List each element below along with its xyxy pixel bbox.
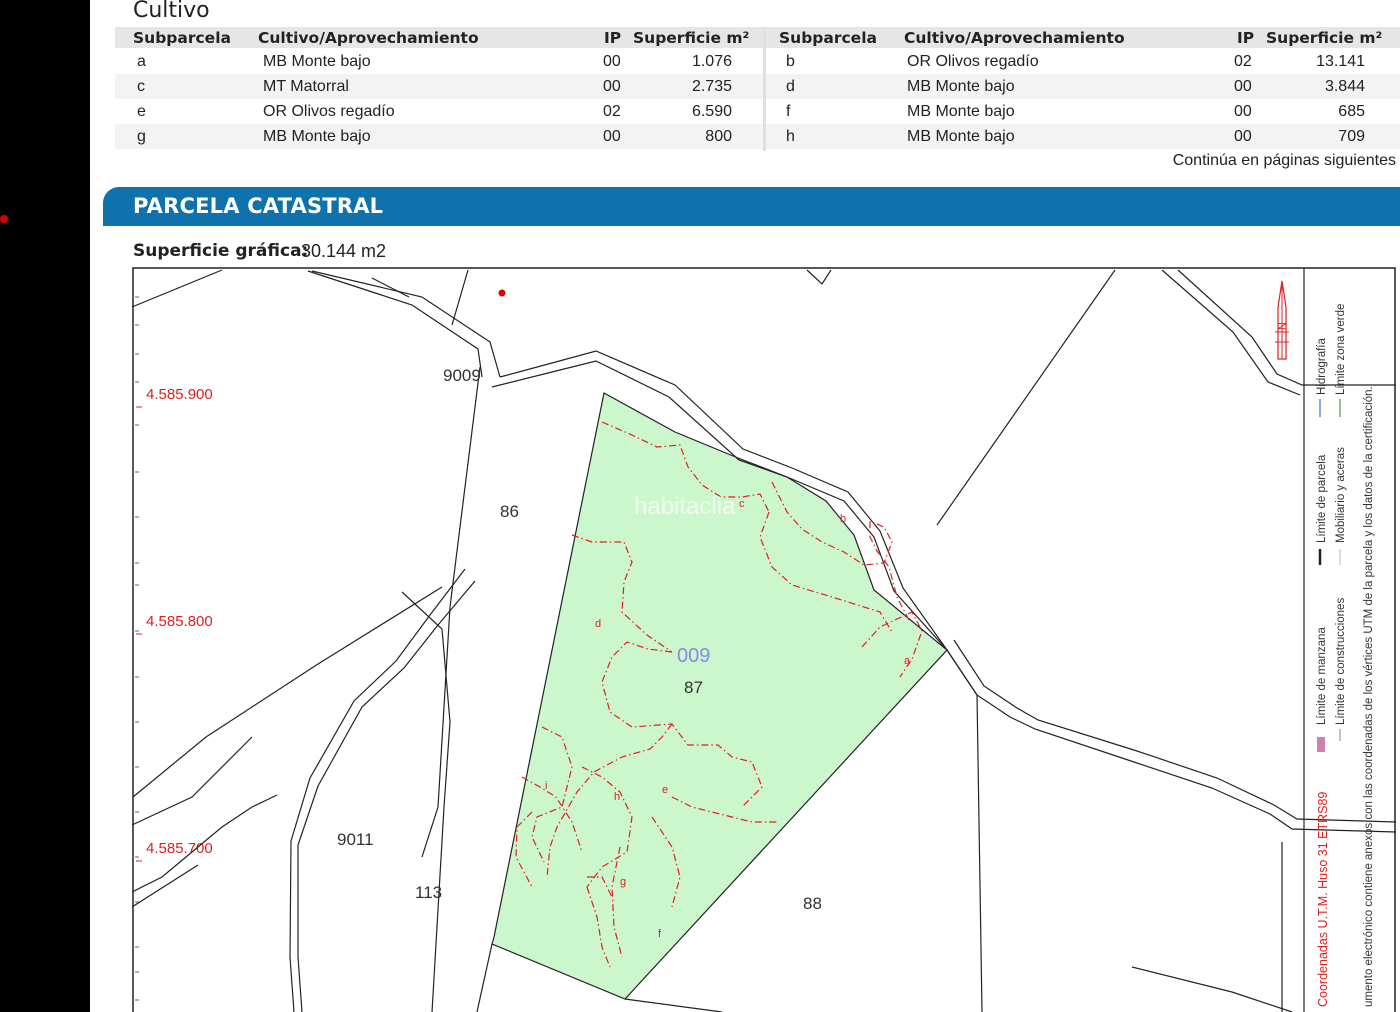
map-red-point [498,289,506,297]
subparcel-letter-i: i [545,780,547,792]
poligono-label: 009 [677,645,710,667]
header-superficie: Superficie m² [633,29,750,47]
legend-manzana-swatch [1317,737,1325,752]
row-subparcela: d [786,78,795,95]
header-cultivo: Cultivo/Aprovechamiento [258,29,479,47]
table-row: b OR Olivos regadío 02 13.141 [766,49,1400,74]
legend-hidrografia: Hidrografía [1316,338,1328,395]
row-cultivo: MB Monte bajo [907,128,1015,145]
row-cultivo: MB Monte bajo [263,128,371,145]
subparcel-letter-g: g [620,876,626,888]
table-row: c MT Matorral 00 2.735 [115,74,763,99]
polygon-label-87: 87 [684,678,703,697]
header-ip: IP [604,29,622,47]
superficie-value: 30.144 m2 [301,241,387,261]
banner-underline [103,223,1400,226]
subparcel-letter-b: b [840,513,846,525]
header-cultivo: Cultivo/Aprovechamiento [904,29,1125,47]
legend-limite-construcciones: Límite de construcciones [1335,598,1347,725]
row-cultivo: MB Monte bajo [907,103,1015,120]
subparcel-letter-h: h [614,791,620,803]
row-ip: 00 [603,53,621,70]
row-ip: 00 [603,78,621,95]
cultivo-table-left-header: Subparcela Cultivo/Aprovechamiento IP Su… [115,27,763,48]
row-superficie: 6.590 [691,103,732,120]
cultivo-title: Cultivo [133,0,210,23]
row-superficie: 685 [1338,103,1365,120]
row-cultivo: MB Monte bajo [907,78,1015,95]
polygon-label-113: 113 [415,883,442,902]
legend-mobiliario: Mobiliario y aceras [1335,447,1347,543]
north-label: N [1277,322,1289,330]
subparcel-letter-c: c [739,498,745,510]
row-superficie: 709 [1338,128,1365,145]
table-row: d MB Monte bajo 00 3.844 [766,74,1400,99]
cadastral-map: 4.585.900 4.585.800 4.585.700 86 87 88 1… [132,267,1396,1012]
row-ip: 02 [1234,53,1252,70]
row-subparcela: a [137,53,146,70]
legend-limite-parcela: Límite de parcela [1316,454,1328,543]
subparcel-letter-e: e [662,784,668,796]
row-subparcela: g [137,128,146,145]
legend-zona-verde: Límite zona verde [1335,304,1347,395]
header-subparcela: Subparcela [133,29,231,47]
document-page: Cultivo Subparcela Cultivo/Aprovechamien… [90,0,1400,1012]
header-superficie: Superficie m² [1266,29,1383,47]
row-superficie: 13.141 [1316,53,1365,70]
continues-note: Continúa en páginas siguientes [1172,152,1396,169]
polygon-label-86: 86 [500,502,519,521]
y-coordinate-label: 4.585.800 [146,613,213,630]
legend-limite-manzana: Límite de manzana [1316,627,1328,725]
table-row: f MB Monte bajo 00 685 [766,99,1400,124]
row-subparcela: b [786,53,795,70]
row-superficie: 1.076 [691,53,732,70]
margin-marker-dot [0,215,8,223]
row-ip: 00 [1234,78,1252,95]
row-ip: 02 [603,103,621,120]
row-cultivo: MT Matorral [263,78,349,95]
row-subparcela: e [137,103,146,120]
row-subparcela: f [786,103,791,120]
legend-note: umento electrónico contiene anexos con l… [1363,386,1375,1007]
row-superficie: 800 [705,128,732,145]
row-superficie: 3.844 [1324,78,1365,95]
table-row: h MB Monte bajo 00 709 [766,124,1400,149]
road-label-9011: 9011 [337,830,374,849]
row-subparcela: c [137,78,145,95]
row-ip: 00 [1234,103,1252,120]
row-cultivo: MB Monte bajo [263,53,371,70]
header-ip: IP [1237,29,1255,47]
table-row: e OR Olivos regadío 02 6.590 [115,99,763,124]
header-subparcela: Subparcela [779,29,877,47]
row-cultivo: OR Olivos regadío [263,103,395,120]
row-ip: 00 [1234,128,1252,145]
subparcel-letter-d: d [595,618,601,630]
parcela-title: PARCELA CATASTRAL [133,194,384,218]
table-row: a MB Monte bajo 00 1.076 [115,49,763,74]
subparcel-letter-a: a [904,655,911,667]
road-label-9009: 9009 [443,366,481,385]
watermark: habitaclia [634,493,736,520]
y-coordinate-label: 4.585.900 [146,386,213,403]
cultivo-table-right-header: Subparcela Cultivo/Aprovechamiento IP Su… [766,27,1400,48]
superficie-label: Superficie gráfica: [133,241,309,261]
row-ip: 00 [603,128,621,145]
polygon-label-88: 88 [803,894,822,913]
legend-coords: Coordenadas U.T.M. Huso 31 ETRS89 [1316,792,1330,1007]
table-row: g MB Monte bajo 00 800 [115,124,763,149]
row-cultivo: OR Olivos regadío [907,53,1039,70]
row-subparcela: h [786,128,795,145]
row-superficie: 2.735 [691,78,732,95]
